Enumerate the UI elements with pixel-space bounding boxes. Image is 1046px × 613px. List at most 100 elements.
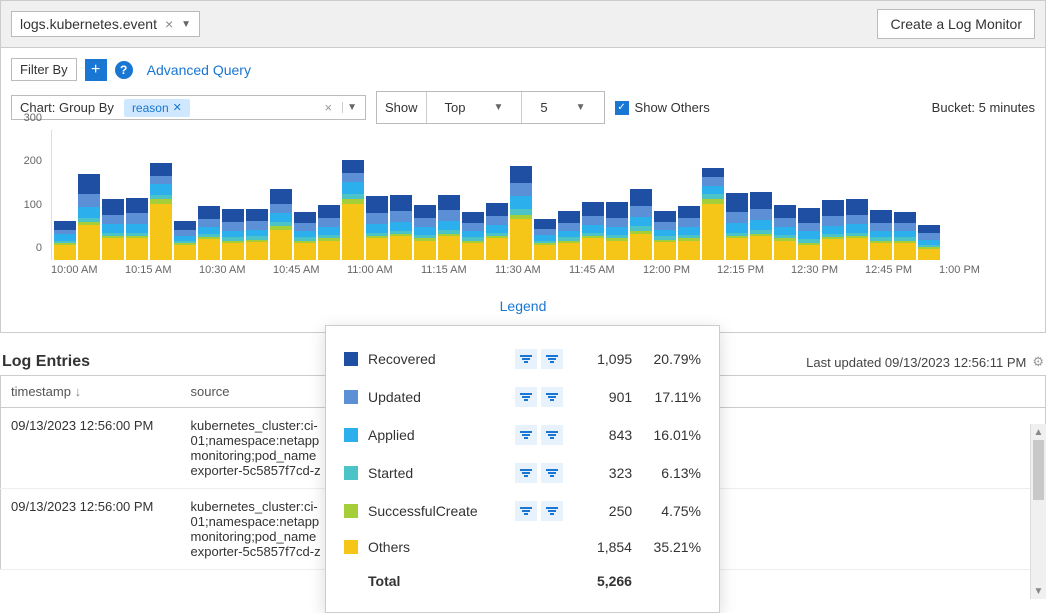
chart-bar[interactable]	[246, 209, 268, 260]
legend-toggle[interactable]: Legend	[11, 290, 1035, 322]
show-label: Show	[377, 96, 426, 119]
scroll-up-icon[interactable]: ▲	[1031, 424, 1046, 440]
legend-popup: Recovered 1,095 20.79% Updated 901 17.11% Appl…	[325, 325, 720, 613]
legend-total-label: Total	[368, 573, 506, 589]
show-count-select[interactable]: 5▼	[521, 92, 603, 123]
legend-name: Recovered	[368, 351, 505, 367]
chart-bar[interactable]	[510, 166, 532, 260]
legend-swatch	[344, 352, 358, 366]
show-others-checkbox[interactable]: ✓ Show Others	[615, 100, 710, 115]
legend-name: Applied	[368, 427, 505, 443]
bucket-label: Bucket: 5 minutes	[932, 100, 1035, 115]
chevron-down-icon[interactable]: ▼	[342, 102, 361, 113]
scroll-down-icon[interactable]: ▼	[1031, 583, 1046, 599]
filter-out-button[interactable]	[541, 387, 563, 407]
filter-in-button[interactable]	[515, 463, 537, 483]
chart-bar[interactable]	[438, 195, 460, 260]
chart-bar[interactable]	[462, 212, 484, 260]
filter-out-button[interactable]	[541, 501, 563, 521]
legend-count: 1,854	[573, 539, 632, 555]
chart-bar[interactable]	[630, 189, 652, 260]
chart-bar[interactable]	[222, 209, 244, 260]
chart-bar[interactable]	[750, 192, 772, 260]
chart-bar[interactable]	[798, 208, 820, 260]
show-mode-select[interactable]: Top▼	[426, 92, 522, 123]
legend-swatch	[344, 466, 358, 480]
legend-pct: 17.11%	[642, 389, 701, 405]
create-log-monitor-button[interactable]: Create a Log Monitor	[877, 9, 1035, 39]
chart-bar[interactable]	[174, 221, 196, 260]
chart-bar[interactable]	[918, 225, 940, 260]
chart-bar[interactable]	[126, 198, 148, 260]
log-source-selector[interactable]: logs.kubernetes.event × ▼	[11, 11, 200, 37]
filter-out-button[interactable]	[541, 463, 563, 483]
chart-bar[interactable]	[150, 163, 172, 260]
chart-bar[interactable]	[606, 202, 628, 260]
legend-item: Applied 843 16.01%	[344, 416, 701, 454]
cell-timestamp: 09/13/2023 12:56:00 PM	[1, 489, 181, 570]
legend-pct: 4.75%	[642, 503, 701, 519]
legend-swatch	[344, 540, 358, 554]
scroll-thumb[interactable]	[1033, 440, 1044, 500]
filter-in-button[interactable]	[515, 349, 537, 369]
chart-bar[interactable]	[54, 221, 76, 260]
show-selector: Show Top▼ 5▼	[376, 91, 605, 124]
chart-bar[interactable]	[78, 174, 100, 260]
chart-bar[interactable]	[774, 205, 796, 260]
filter-out-button[interactable]	[541, 425, 563, 445]
filter-out-button[interactable]	[541, 349, 563, 369]
legend-item: Recovered 1,095 20.79%	[344, 340, 701, 378]
filter-in-button[interactable]	[515, 501, 537, 521]
chart-bar[interactable]	[318, 205, 340, 260]
legend-count: 843	[573, 427, 632, 443]
chart-bar[interactable]	[654, 211, 676, 260]
group-by-input[interactable]: Chart: Group By reason ✕ × ▼	[11, 95, 366, 120]
filter-in-button[interactable]	[515, 425, 537, 445]
close-icon[interactable]: ×	[165, 16, 173, 32]
add-filter-button[interactable]: +	[85, 59, 107, 81]
legend-count: 1,095	[573, 351, 632, 367]
legend-name: Started	[368, 465, 505, 481]
chart-bar[interactable]	[390, 195, 412, 260]
log-entries-title: Log Entries	[2, 353, 90, 371]
chart-bar[interactable]	[342, 160, 364, 260]
advanced-query-link[interactable]: Advanced Query	[147, 62, 251, 78]
chart-bar[interactable]	[822, 200, 844, 260]
checkbox-checked-icon: ✓	[615, 101, 629, 115]
chart-bar[interactable]	[558, 211, 580, 260]
chart-bar[interactable]	[102, 199, 124, 260]
chart-bar[interactable]	[582, 202, 604, 260]
legend-pct: 16.01%	[642, 427, 701, 443]
chart-bar[interactable]	[414, 205, 436, 260]
legend-pct: 35.21%	[642, 539, 701, 555]
legend-count: 901	[573, 389, 632, 405]
filter-in-button[interactable]	[515, 387, 537, 407]
chart-bar[interactable]	[534, 219, 556, 260]
legend-item: Updated 901 17.11%	[344, 378, 701, 416]
chart-bar[interactable]	[294, 212, 316, 260]
chart-bar[interactable]	[702, 168, 724, 260]
column-timestamp[interactable]: timestamp ↓	[1, 376, 181, 408]
gear-icon[interactable]: ⚙	[1032, 354, 1044, 370]
chart-bar[interactable]	[726, 193, 748, 260]
help-icon[interactable]: ?	[115, 61, 133, 79]
chart-bar[interactable]	[366, 196, 388, 260]
clear-icon[interactable]: ×	[321, 100, 337, 115]
group-by-tag[interactable]: reason ✕	[124, 99, 190, 117]
chart-bar[interactable]	[678, 206, 700, 260]
chevron-down-icon[interactable]: ▼	[181, 19, 191, 30]
chart-bar[interactable]	[846, 199, 868, 260]
chart-bar[interactable]	[486, 203, 508, 260]
legend-count: 323	[573, 465, 632, 481]
scrollbar[interactable]: ▲ ▼	[1030, 424, 1046, 599]
legend-pct: 20.79%	[642, 351, 701, 367]
chart-bar[interactable]	[870, 210, 892, 260]
legend-name: Others	[368, 539, 506, 555]
chart-bar[interactable]	[270, 189, 292, 260]
legend-item: Started3236.13%	[344, 454, 701, 492]
chart-bar[interactable]	[198, 206, 220, 260]
legend-total-value: 5,266	[573, 573, 632, 589]
legend-name: Updated	[368, 389, 505, 405]
remove-tag-icon[interactable]: ✕	[173, 101, 182, 114]
chart-bar[interactable]	[894, 212, 916, 260]
